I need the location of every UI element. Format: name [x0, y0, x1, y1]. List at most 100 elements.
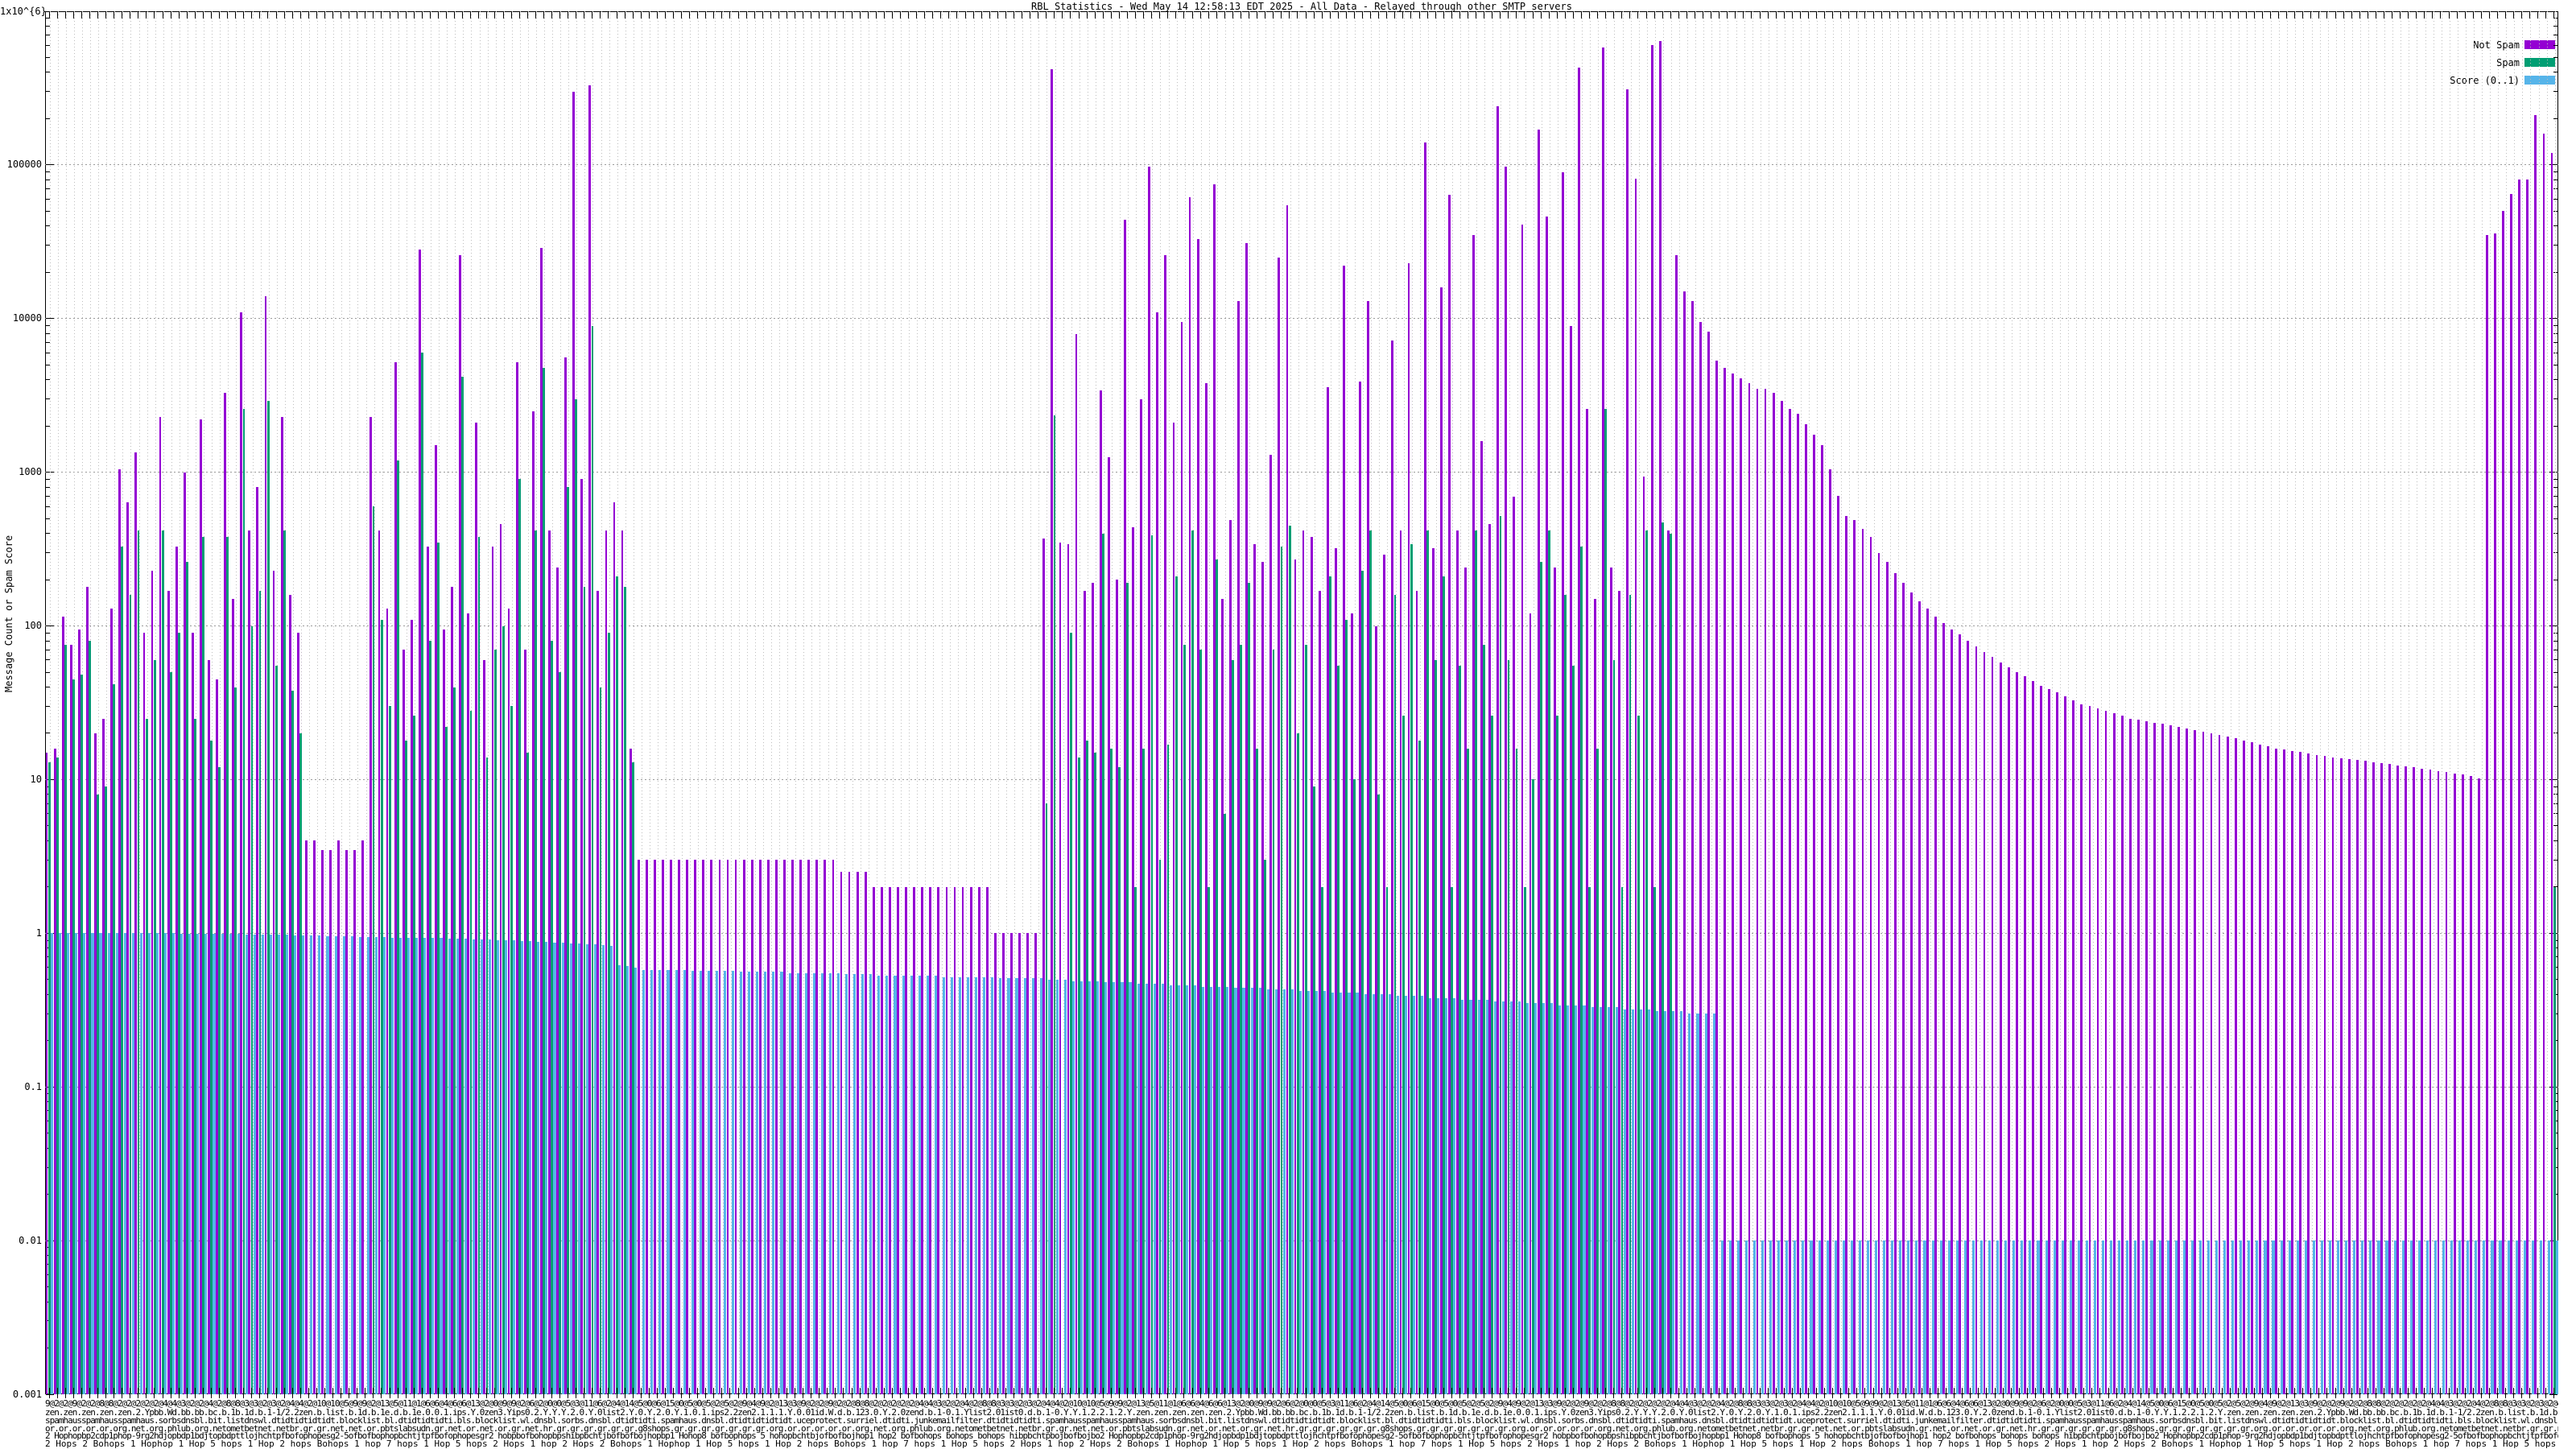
bar-score [302, 935, 305, 1394]
bar-notspam [2267, 745, 2269, 1394]
bar-score [213, 934, 216, 1394]
bar-notspam [799, 860, 803, 1394]
x-tick [2432, 1388, 2433, 1398]
bar-notspam [1991, 656, 1994, 1394]
bar-score [1558, 1005, 1562, 1394]
x-tick [827, 11, 828, 19]
x-tick [1654, 11, 1655, 19]
v-gridline [1866, 11, 1867, 1394]
bar-notspam [872, 886, 875, 1394]
bar-notspam [937, 886, 940, 1394]
bar-notspam [718, 860, 721, 1394]
bar-notspam [2510, 193, 2513, 1394]
bar-score [2531, 1241, 2534, 1394]
x-tick [559, 1388, 560, 1398]
v-gridline [2068, 11, 2069, 1394]
x-tick [2545, 11, 2546, 19]
x-tick [373, 1388, 374, 1398]
bar-score [1161, 983, 1164, 1394]
bar-score [828, 972, 832, 1394]
x-tick [1208, 1388, 1209, 1398]
x-tick [1281, 1388, 1282, 1398]
x-tick [284, 1388, 285, 1398]
x-tick [227, 1388, 228, 1398]
bar-score [1242, 988, 1245, 1394]
x-tick [1816, 11, 1817, 19]
bar-score [1785, 1241, 1789, 1394]
bar-notspam [840, 872, 843, 1394]
x-tick [519, 1388, 520, 1398]
x-tick [1533, 11, 1534, 19]
x-tick [641, 11, 642, 19]
x-tick [454, 1388, 455, 1398]
x-tick [1637, 1388, 1638, 1398]
v-gridline [2466, 11, 2467, 1394]
v-gridline [1719, 11, 1720, 1394]
bar-score [1947, 1241, 1951, 1394]
x-tick [551, 11, 552, 19]
x-tick [1768, 11, 1769, 19]
x-tick [219, 11, 220, 19]
x-tick [1386, 11, 1387, 19]
bar-score [820, 972, 824, 1394]
bar-notspam [2275, 748, 2277, 1394]
x-tick [551, 1388, 552, 1398]
bar-notspam [921, 886, 924, 1394]
x-tick [1670, 1388, 1671, 1398]
x-tick [1200, 1388, 1201, 1398]
y-tick-label: 1000 [19, 466, 42, 477]
x-tick [681, 1388, 682, 1398]
x-tick [2205, 1388, 2206, 1398]
bar-score [1720, 1241, 1724, 1394]
bar-score [1615, 1007, 1618, 1394]
x-tick [2003, 11, 2004, 19]
bar-notspam [2323, 756, 2326, 1394]
bar-score [2523, 1241, 2526, 1394]
bar-notspam [2153, 722, 2156, 1394]
v-gridline [1809, 11, 1810, 1394]
x-tick [187, 11, 188, 19]
v-gridline [2344, 11, 2345, 1394]
x-tick [1192, 11, 1193, 19]
bar-score [1923, 1241, 1926, 1394]
v-gridline [2328, 11, 2329, 1394]
x-tick [559, 11, 560, 19]
x-tick [1410, 11, 1411, 19]
x-tick [332, 1388, 333, 1398]
bar-score [2142, 1241, 2145, 1394]
x-tick [1533, 1388, 1534, 1398]
x-tick [1840, 11, 1841, 19]
bar-score [131, 933, 134, 1394]
bar-score [1802, 1241, 1805, 1394]
v-gridline [2360, 11, 2361, 1394]
bar-score [2248, 1241, 2251, 1394]
x-tick [1459, 11, 1460, 19]
x-tick [1573, 11, 1574, 19]
bar-notspam [1788, 408, 1791, 1394]
bar-score [358, 936, 361, 1394]
x-tick [1760, 1388, 1761, 1398]
bar-notspam [1018, 933, 1021, 1394]
bar-score [1396, 996, 1399, 1394]
bar-notspam [678, 860, 680, 1394]
bar-score [2442, 1241, 2446, 1394]
x-tick [1103, 1388, 1104, 1398]
x-tick [1524, 1388, 1525, 1398]
bar-score [67, 933, 70, 1394]
x-tick [316, 11, 317, 19]
x-tick [1881, 1388, 1882, 1398]
x-tick [203, 1388, 204, 1398]
v-gridline [2060, 11, 2061, 1394]
bar-score [2021, 1241, 2024, 1394]
bar-notspam [1853, 519, 1856, 1394]
x-tick [219, 1388, 220, 1398]
x-tick [1378, 11, 1379, 19]
x-tick [932, 1388, 933, 1398]
x-tick [414, 11, 415, 19]
x-tick [308, 1388, 309, 1398]
bar-score [1356, 993, 1359, 1394]
x-tick [1314, 1388, 1315, 1398]
x-tick [211, 1388, 212, 1398]
bar-score [1388, 994, 1391, 1394]
x-tick [965, 11, 966, 19]
